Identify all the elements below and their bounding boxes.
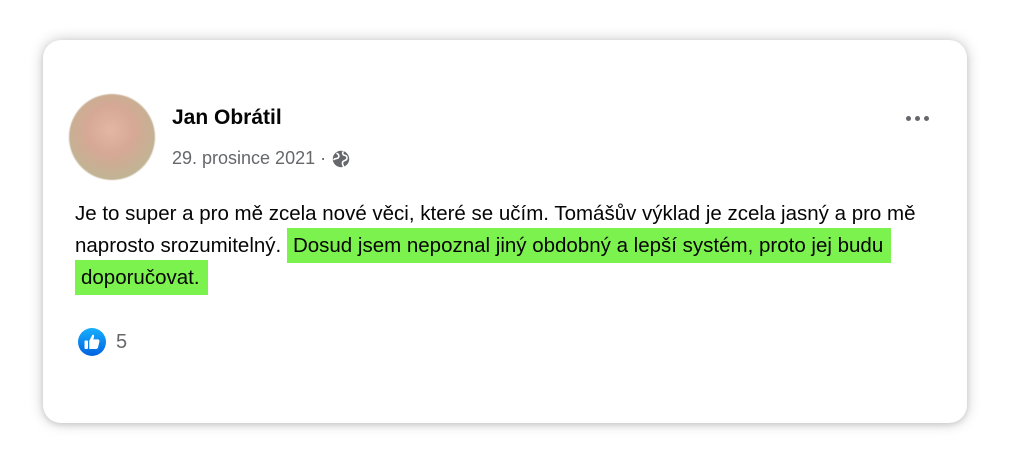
post-card: Jan Obrátil 29. prosince 2021 · Je to su… bbox=[43, 40, 967, 423]
reactions-summary[interactable]: 5 bbox=[77, 327, 127, 357]
post-text: Je to super a pro mě zcela nové věci, kt… bbox=[75, 198, 935, 295]
more-dot bbox=[914, 115, 920, 121]
author-name[interactable]: Jan Obrátil bbox=[172, 106, 282, 130]
like-icon bbox=[78, 328, 106, 356]
more-dot bbox=[923, 115, 929, 121]
more-dot bbox=[905, 115, 911, 121]
reaction-count: 5 bbox=[116, 330, 128, 353]
globe-icon[interactable] bbox=[331, 149, 351, 169]
post-meta: 29. prosince 2021 · bbox=[172, 148, 351, 169]
post-date[interactable]: 29. prosince 2021 bbox=[172, 148, 315, 169]
more-options-button[interactable] bbox=[899, 108, 935, 128]
avatar[interactable] bbox=[69, 94, 155, 180]
meta-separator: · bbox=[320, 148, 327, 168]
